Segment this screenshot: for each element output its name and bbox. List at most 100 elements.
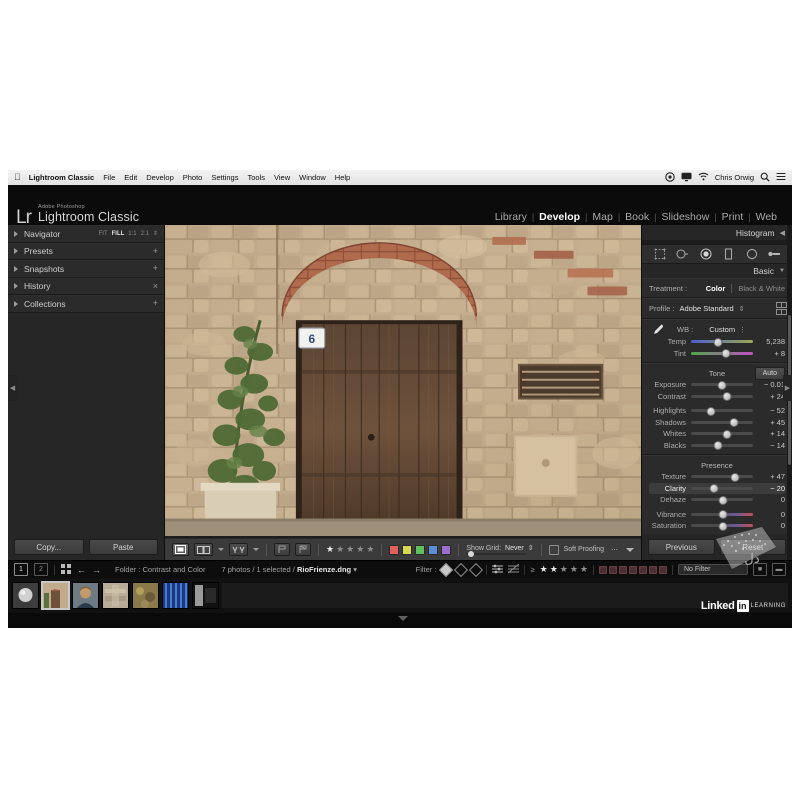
zoom-stepper-icon[interactable]: ⇕ (153, 230, 158, 237)
menu-app-name[interactable]: Lightroom Classic (29, 173, 94, 182)
profile-value[interactable]: Adobe Standard (679, 304, 733, 313)
slider-texture[interactable]: Texture + 47 (649, 471, 785, 483)
treatment-color-option[interactable]: Color (706, 284, 726, 293)
exposure-track[interactable] (691, 380, 753, 390)
wifi-icon[interactable] (698, 172, 709, 183)
filter-star-2[interactable]: ★ (550, 564, 558, 575)
filter-color-6[interactable] (649, 565, 657, 574)
filter-star-5[interactable]: ★ (580, 564, 588, 575)
filter-color-1[interactable] (599, 565, 607, 574)
vibrance-knob[interactable] (718, 510, 728, 520)
color-label-purple[interactable] (441, 544, 452, 555)
photo-image[interactable]: 6 (165, 225, 641, 537)
toolbar-dropdown-icon[interactable] (626, 547, 634, 552)
filter-flag-pick[interactable] (439, 562, 454, 577)
panel-presets[interactable]: Presets + (8, 242, 164, 260)
show-grid-stepper-icon[interactable]: ⇕ (528, 544, 534, 552)
soft-proofing-checkbox[interactable] (548, 544, 559, 555)
chevron-right-icon[interactable] (14, 230, 18, 237)
close-icon[interactable]: × (153, 281, 158, 291)
menubar-username[interactable]: Chris Orwig (715, 173, 754, 182)
slider-highlights[interactable]: Highlights − 52 (649, 405, 785, 417)
slider-exposure[interactable]: Exposure − 0.01 (649, 379, 785, 391)
filter-lock-button[interactable]: ■ (753, 563, 767, 576)
star-4[interactable]: ★ (356, 544, 364, 555)
texture-track[interactable] (691, 472, 753, 482)
temp-knob[interactable] (713, 337, 723, 347)
adjustment-brush-icon[interactable] (768, 248, 781, 261)
chevron-right-icon[interactable] (14, 283, 18, 290)
slider-tint[interactable]: Tint + 8 (649, 348, 785, 360)
plus-icon[interactable]: + (153, 246, 158, 256)
filter-sliders-icon[interactable] (492, 564, 504, 576)
arrow-right-icon[interactable]: → (92, 565, 101, 575)
exposure-knob[interactable] (717, 380, 727, 390)
filter-star-4[interactable]: ★ (570, 564, 578, 575)
color-label-swatches[interactable] (389, 544, 452, 555)
spot-removal-icon[interactable] (676, 248, 689, 261)
auto-tone-button[interactable]: Auto (754, 367, 785, 380)
contrast-knob[interactable] (722, 392, 732, 402)
filter-color-2[interactable] (609, 565, 617, 574)
filter-star-3[interactable]: ★ (560, 564, 568, 575)
thumb-blue-stripes[interactable] (162, 582, 189, 609)
right-panel-toggle[interactable]: ▶ (783, 375, 792, 401)
menu-develop[interactable]: Develop (146, 173, 174, 182)
crop-icon[interactable] (653, 248, 666, 261)
filter-color-labels[interactable] (599, 565, 667, 574)
blacks-knob[interactable] (713, 441, 723, 451)
copy-button[interactable]: Copy... (14, 539, 84, 555)
zoom-fit[interactable]: FIT (99, 231, 108, 237)
shadows-knob[interactable] (729, 418, 739, 428)
module-slideshow[interactable]: Slideshow (656, 211, 714, 223)
grid-icon[interactable] (61, 563, 71, 576)
filter-rating-stars[interactable]: ★ ★ ★ ★ ★ (540, 564, 588, 575)
previous-button[interactable]: Previous (648, 539, 715, 555)
temp-track[interactable] (691, 337, 753, 347)
menu-tools[interactable]: Tools (247, 173, 265, 182)
profile-browser-icon[interactable] (775, 301, 787, 316)
clarity-track[interactable] (691, 484, 753, 494)
dehaze-knob[interactable] (718, 495, 728, 505)
screen-2-button[interactable]: 2 (34, 563, 48, 576)
module-web[interactable]: Web (751, 211, 782, 223)
slider-saturation[interactable]: Saturation 0 (649, 520, 785, 532)
red-eye-icon[interactable] (699, 248, 712, 261)
chevron-right-icon[interactable] (14, 248, 18, 255)
panel-navigator[interactable]: Navigator FIT FILL 1:1 2:1 ⇕ (8, 225, 164, 243)
display-icon[interactable] (681, 172, 692, 184)
selection-dropdown-icon[interactable]: ▾ (353, 565, 357, 574)
panel-history[interactable]: History × (8, 277, 164, 295)
highlights-track[interactable] (691, 406, 753, 416)
photo-viewport[interactable]: 6 (165, 225, 641, 538)
highlights-knob[interactable] (706, 406, 716, 416)
filter-sliders-alt-icon[interactable] (508, 563, 520, 576)
slider-contrast[interactable]: Contrast + 24 (649, 391, 785, 403)
wb-stepper-icon[interactable]: ⋮ (739, 326, 746, 334)
slider-clarity[interactable]: Clarity − 20 (649, 482, 785, 494)
slider-temp[interactable]: Temp 5,238 (649, 336, 785, 348)
wb-value[interactable]: Custom (709, 325, 735, 334)
filter-color-3[interactable] (619, 565, 627, 574)
rating-stars[interactable]: ★ ★ ★ ★ ★ (326, 544, 374, 555)
clarity-knob[interactable] (709, 484, 719, 494)
dehaze-track[interactable] (691, 495, 753, 505)
zoom-1-1[interactable]: 1:1 (128, 231, 136, 237)
loupe-view-button[interactable] (172, 543, 189, 556)
module-library[interactable]: Library (490, 211, 532, 223)
filter-star-1[interactable]: ★ (540, 564, 548, 575)
histogram-header[interactable]: Histogram ◀ (642, 225, 792, 240)
slider-whites[interactable]: Whites + 14 (649, 428, 785, 440)
filmstrip-collapse-icon[interactable] (398, 616, 408, 621)
slider-shadows[interactable]: Shadows + 45 (649, 417, 785, 429)
grid-size-knob[interactable] (468, 550, 475, 557)
star-2[interactable]: ★ (336, 544, 344, 555)
apple-icon[interactable]:  (14, 173, 21, 182)
grid-size-slider[interactable] (466, 550, 527, 557)
star-5[interactable]: ★ (366, 544, 374, 555)
filter-flag-unflagged[interactable] (454, 562, 469, 577)
plus-icon[interactable]: + (153, 264, 158, 273)
survey-view-button[interactable] (229, 543, 248, 556)
thumb-portrait[interactable] (72, 582, 99, 609)
soft-proofing-label[interactable]: Soft Proofing (564, 546, 604, 553)
